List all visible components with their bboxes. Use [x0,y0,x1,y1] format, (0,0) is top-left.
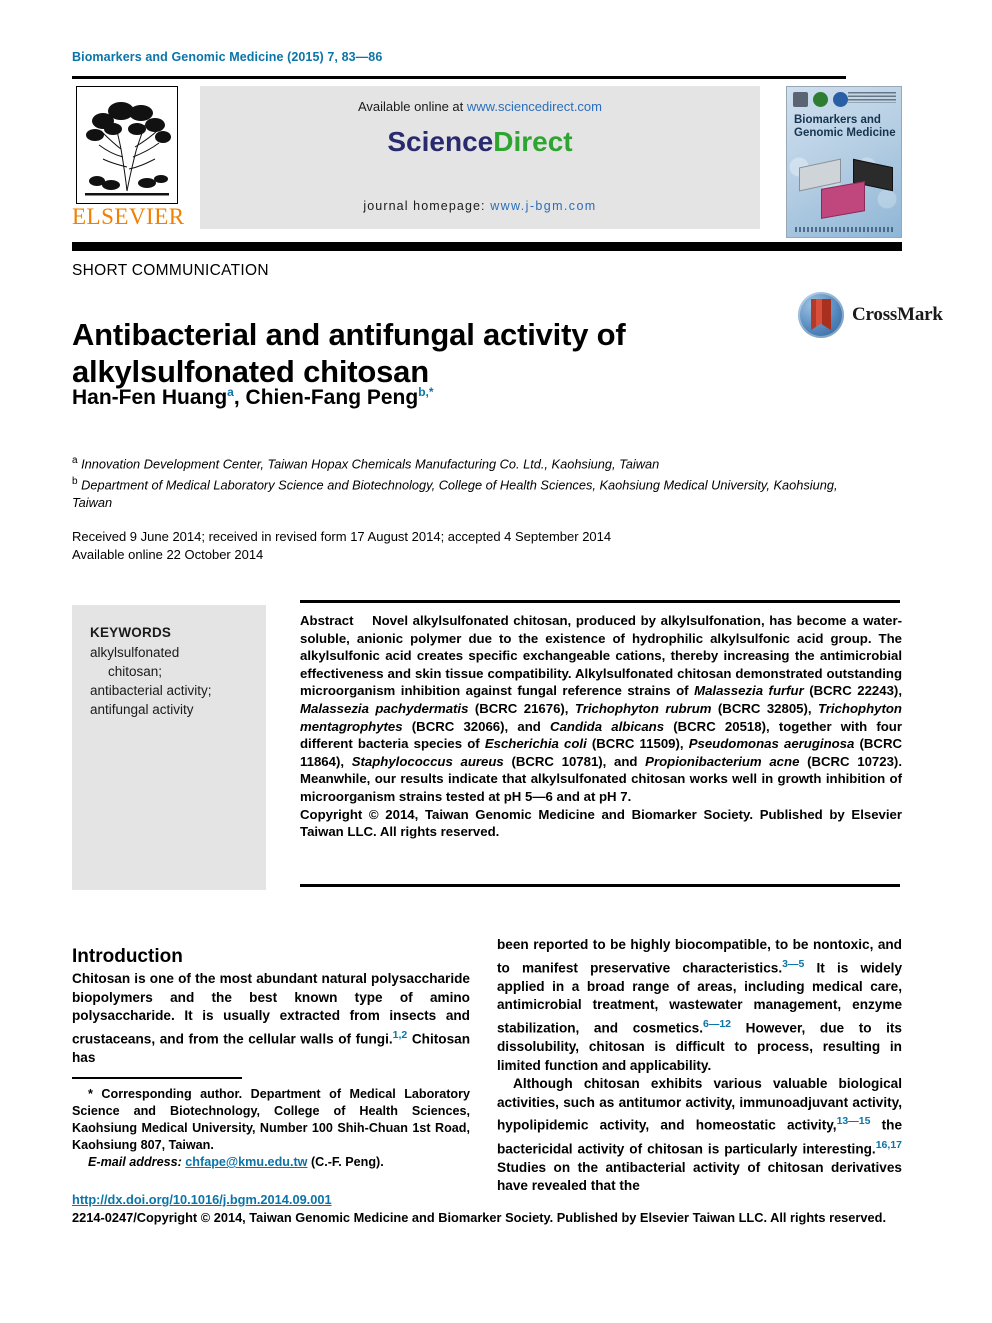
abstract-bottom-rule [300,884,900,887]
cover-footer-text-block [795,227,895,232]
email-link[interactable]: chfape@kmu.edu.tw [185,1155,307,1169]
abstract-top-rule [300,600,900,603]
sciencedirect-word-science: Science [387,126,494,157]
body-column-left: Chitosan is one of the most abundant nat… [72,970,470,1068]
crossmark-badge[interactable]: CrossMark [798,292,943,342]
species-9: Propionibacterium acne [645,753,800,769]
footnote-address: * Corresponding author. Department of Me… [72,1087,470,1152]
keywords-box: KEYWORDS alkylsulfonated chitosan; antib… [72,605,266,890]
elsevier-logo: ELSEVIER [72,86,185,231]
available-online-line: Available online at www.sciencedirect.co… [200,99,760,114]
keyword-1-line2: chitosan; [108,664,163,679]
sciencedirect-wordmark: ScienceDirect [200,126,760,158]
affiliation-a-text: Innovation Development Center, Taiwan Ho… [81,456,660,472]
received-accepted-line: Received 9 June 2014; received in revise… [72,529,612,544]
crossmark-label: CrossMark [852,304,943,325]
intro-p2r-text-c: Studies on the antibacterial activity of… [497,1159,902,1194]
article-page: Biomarkers and Genomic Medicine (2015) 7… [0,0,992,1323]
citation-ref-6-12[interactable]: 6—12 [703,1018,731,1030]
citation-ref-16-17[interactable]: 16,17 [876,1139,902,1151]
abstract-mid-3: (BCRC 32805), [711,700,818,716]
tree-illustration-svg [77,87,177,203]
species-3: Trichophyton rubrum [574,700,712,716]
journal-homepage-link[interactable]: www.j-bgm.com [490,199,596,213]
abstract-mid-6: (BCRC 11509), [586,736,689,752]
species-7: Pseudomonas aeruginosa [688,736,855,752]
corresponding-author-footnote: * Corresponding author. Department of Me… [72,1086,470,1171]
available-online-date: Available online 22 October 2014 [72,547,264,562]
affiliation-a: a Innovation Development Center, Taiwan … [72,452,862,473]
article-type-label: SHORT COMMUNICATION [72,262,269,279]
intro-paragraph-1-left: Chitosan is one of the most abundant nat… [72,970,470,1068]
page-title: Antibacterial and antifungal activity of… [72,316,626,389]
running-head: Biomarkers and Genomic Medicine (2015) 7… [72,50,383,64]
sciencedirect-word-direct: Direct [493,126,573,157]
footnote-rule [72,1077,242,1079]
author-1-affiliation-marker[interactable]: a [227,385,234,399]
abstract-copyright: Copyright © 2014, Taiwan Genomic Medicin… [300,806,902,840]
journal-homepage-line: journal homepage: www.j-bgm.com [200,199,760,213]
journal-cover-thumbnail: Biomarkers and Genomic Medicine [786,86,902,238]
top-rule [72,76,846,79]
affiliation-b-marker: b [72,475,78,487]
body-column-right: been reported to be highly biocompatible… [497,936,902,1196]
cover-journal-title: Biomarkers and Genomic Medicine [794,114,896,139]
email-address-label: E-mail address: [88,1155,182,1169]
intro-paragraph-1-right: been reported to be highly biocompatible… [497,936,902,1075]
sciencedirect-banner: Available online at www.sciencedirect.co… [200,86,760,229]
abstract-mid-1: (BCRC 22243), [803,683,902,699]
cover-issn-block [848,92,896,103]
email-owner: (C.-F. Peng). [307,1155,384,1169]
abstract-label: Abstract [300,613,354,628]
keyword-3: antifungal activity [90,702,194,717]
intro-paragraph-2-right: Although chitosan exhibits various valua… [497,1075,902,1196]
species-1: Malassezia furfur [694,683,804,699]
citation-ref-13-15[interactable]: 13—15 [837,1115,871,1127]
affiliation-b-text: Department of Medical Laboratory Science… [72,477,838,510]
abstract-mid-8: (BCRC 10781), and [503,753,646,769]
elsevier-mark-icon [793,92,808,107]
abstract: Abstract Novel alkylsulfonated chitosan,… [300,612,902,841]
keywords-heading: KEYWORDS [90,625,172,640]
elsevier-wordmark: ELSEVIER [72,204,185,229]
society-mark-icon [813,92,828,107]
keywords-content: KEYWORDS alkylsulfonated chitosan; antib… [90,623,255,719]
journal-homepage-prefix: journal homepage: [363,199,491,213]
article-history: Received 9 June 2014; received in revise… [72,528,862,564]
black-band-divider [72,242,902,251]
affiliation-b: b Department of Medical Laboratory Scien… [72,473,862,511]
author-name-1: Han-Fen Huang [72,386,228,409]
available-online-prefix: Available online at [357,99,467,114]
abstract-mid-2: (BCRC 21676), [468,700,575,716]
footnote-email-line: E-mail address: chfape@kmu.edu.tw (C.-F.… [72,1154,470,1171]
abstract-mid-4: (BCRC 32066), and [402,718,551,734]
cover-publisher-icons [793,92,848,107]
species-6: Escherichia coli [484,736,587,752]
crossmark-bookmark-icon [811,299,831,330]
abstract-body: Abstract Novel alkylsulfonated chitosan,… [300,612,902,806]
keywords-list: alkylsulfonated chitosan; antibacterial … [90,643,255,719]
citation-ref-1-2[interactable]: 1,2 [393,1029,408,1041]
doi-link[interactable]: http://dx.doi.org/10.1016/j.bgm.2014.09.… [72,1192,332,1207]
author-2-affiliation-marker[interactable]: b,* [418,385,433,399]
affiliations: a Innovation Development Center, Taiwan … [72,452,862,511]
crossmark-disc-icon [798,292,844,338]
sciencedirect-link[interactable]: www.sciencedirect.com [467,99,602,114]
footer-copyright: 2214-0247/Copyright © 2014, Taiwan Genom… [72,1210,887,1225]
citation-ref-3-5[interactable]: 3—5 [782,958,804,970]
journal-masthead: ELSEVIER Available online at www.science… [72,86,902,238]
cover-artwork [787,155,901,221]
author-list: Han-Fen Huanga, Chien-Fang Pengb,* [72,385,434,409]
species-8: Staphylococcus aureus [351,753,504,769]
species-2: Malassezia pachydermatis [300,700,469,716]
author-name-2: Chien-Fang Peng [245,386,419,409]
keyword-1-line1: alkylsulfonated [90,645,180,660]
species-5: Candida albicans [550,718,665,734]
section-heading-introduction: Introduction [72,945,183,967]
second-society-mark-icon [833,92,848,107]
affiliation-a-marker: a [72,455,78,466]
keyword-2: antibacterial activity; [90,683,212,698]
elsevier-tree-icon [76,86,178,204]
